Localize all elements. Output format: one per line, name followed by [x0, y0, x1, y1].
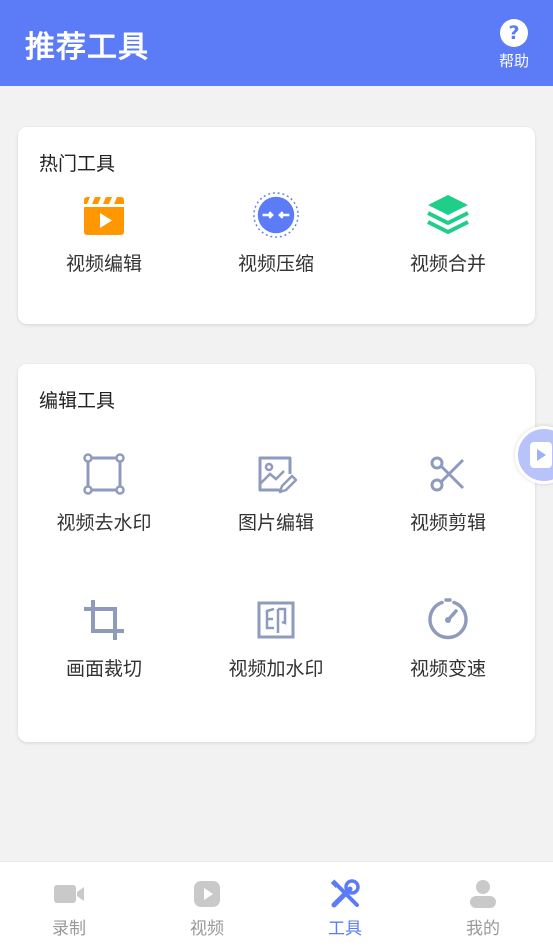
- tool-crop[interactable]: 画面裁切: [18, 596, 190, 681]
- tool-video-merge[interactable]: 视频合并: [362, 191, 534, 276]
- hot-tools-card: 热门工具 视频编辑 视频压缩 视频合并: [18, 127, 535, 324]
- tool-video-compress[interactable]: 视频压缩: [190, 191, 362, 276]
- tool-label: 视频压缩: [237, 253, 314, 275]
- tool-label: 视频编辑: [65, 253, 142, 275]
- hot-tools-title: 热门工具: [39, 153, 116, 175]
- help-label: 帮助: [498, 52, 529, 70]
- crop-square-icon: [80, 450, 128, 498]
- tab-video[interactable]: 视频: [138, 862, 276, 947]
- app-header: 推荐工具 ? 帮助: [0, 0, 553, 86]
- tool-add-watermark[interactable]: 视频加水印: [190, 596, 362, 681]
- tool-label: 图片编辑: [237, 512, 314, 534]
- tool-image-edit[interactable]: 图片编辑: [190, 450, 362, 535]
- help-icon: ?: [500, 19, 528, 47]
- tool-remove-watermark[interactable]: 视频去水印: [18, 450, 190, 535]
- tool-label: 视频加水印: [228, 658, 324, 680]
- tool-label: 视频变速: [409, 658, 486, 680]
- play-icon: [191, 878, 223, 910]
- tool-label: 视频去水印: [56, 512, 152, 534]
- watermark-stamp-icon: [252, 596, 300, 644]
- tool-label: 画面裁切: [65, 658, 142, 680]
- scissors-icon: [424, 450, 472, 498]
- page-title: 推荐工具: [25, 30, 149, 65]
- video-compress-icon: [252, 191, 300, 239]
- tool-video-speed[interactable]: 视频变速: [362, 596, 534, 681]
- video-edit-icon: [80, 191, 128, 239]
- tab-mine[interactable]: 我的: [414, 862, 552, 947]
- tab-label: 我的: [466, 919, 500, 939]
- tab-label: 视频: [190, 919, 224, 939]
- tools-icon: [329, 878, 361, 910]
- tool-label: 视频剪辑: [409, 512, 486, 534]
- edit-tools-title: 编辑工具: [39, 390, 116, 412]
- camera-icon: [53, 878, 85, 910]
- tab-record[interactable]: 录制: [0, 862, 138, 947]
- user-icon: [467, 878, 499, 910]
- help-button[interactable]: ? 帮助: [497, 19, 531, 71]
- video-camera-icon: [530, 442, 552, 468]
- tool-label: 视频合并: [409, 253, 486, 275]
- edit-tools-card: 编辑工具 视频去水印 图片编辑 视频剪辑 画面裁切 视频加水印 视频变速: [18, 364, 535, 742]
- bottom-tab-bar: 录制 视频 工具 我的: [0, 861, 553, 947]
- video-merge-icon: [424, 191, 472, 239]
- speed-gauge-icon: [424, 596, 472, 644]
- tab-label: 录制: [52, 919, 86, 939]
- crop-icon: [80, 596, 128, 644]
- tool-video-cut[interactable]: 视频剪辑: [362, 450, 534, 535]
- image-edit-icon: [252, 450, 300, 498]
- tab-tools[interactable]: 工具: [276, 862, 414, 947]
- tool-video-edit[interactable]: 视频编辑: [18, 191, 190, 276]
- tab-label: 工具: [328, 919, 362, 939]
